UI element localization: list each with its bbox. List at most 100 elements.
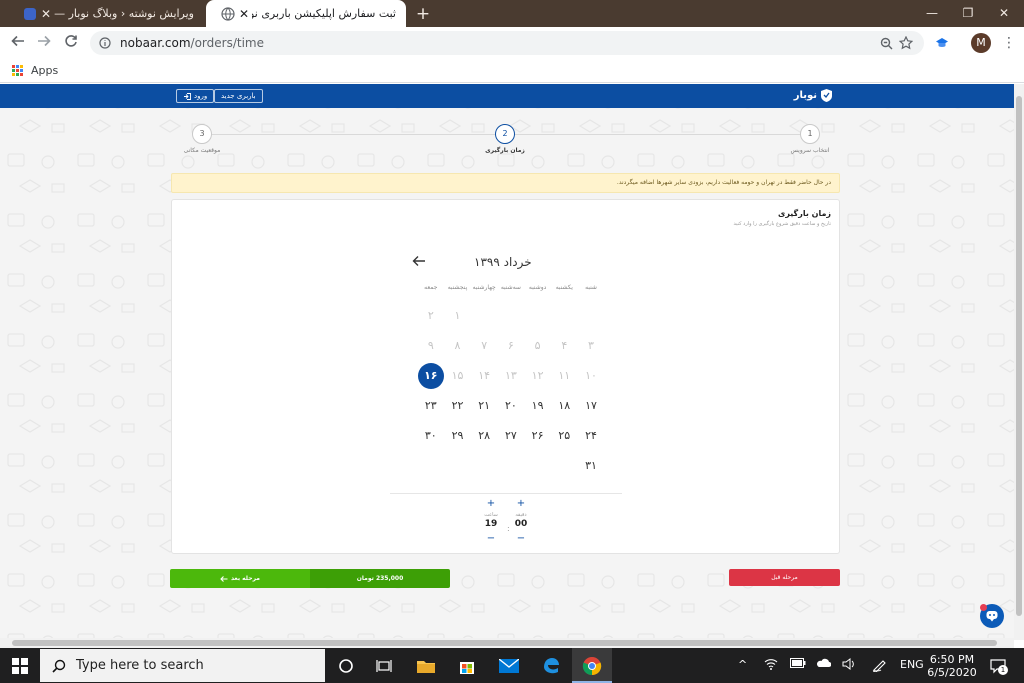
mail-icon[interactable] [497,654,521,678]
scrollbar-thumb[interactable] [1016,96,1022,616]
calendar-day[interactable]: ۲۰ [498,393,524,419]
calendar-day: ۱ [454,309,461,322]
step-loading-time[interactable]: 2 زمان بارگیری [465,122,545,154]
search-icon [52,659,66,673]
brand-name: نوبار [793,90,817,101]
step-number: 2 [495,124,515,144]
minute-decrement-button[interactable]: − [509,533,533,545]
address-bar[interactable]: nobaar.com/orders/time [90,31,924,55]
step-location[interactable]: 3 موقعیت مکانی [162,122,242,154]
clock-time: 6:50 PM [929,653,975,666]
calendar-day[interactable]: ۲۳ [418,393,444,419]
new-tab-button[interactable]: + [412,3,434,25]
minute-label: دقیقه [515,512,527,518]
back-button[interactable] [7,32,29,54]
browser-tab-bar: ✕ ویرایش نوشته ‹ وبلاگ نوبار — ورد... ✕ … [0,0,1024,27]
site-logo[interactable]: نوبار [794,89,832,102]
calendar-day[interactable]: ۲۱ [471,393,497,419]
login-button[interactable]: ورود [176,89,215,103]
calendar-next-month-button[interactable] [412,254,426,272]
loading-time-card: زمان بارگیری تاریخ و ساعت دقیق شروع بارگ… [171,199,840,554]
windows-taskbar: Type here to search ^ ENG 6:50 PM 6/5/20… [0,648,1024,683]
hour-value[interactable]: 19 [479,519,503,529]
calendar-day[interactable]: ۲۵ [551,423,577,449]
horizontal-scrollbar[interactable] [0,638,1014,648]
card-subtitle: تاریخ و ساعت دقیق شروع بارگیری را وارد ک… [733,221,832,227]
calendar-day[interactable]: ۱۹ [525,393,551,419]
weekday-header: سه‌شنبه [500,284,521,291]
calendar-day[interactable]: ۲۸ [471,423,497,449]
edge-browser-icon[interactable] [539,654,563,678]
calendar-header: خرداد ۱۳۹۹ [412,255,602,273]
tab-close-icon[interactable]: ✕ [236,7,252,21]
file-explorer-icon[interactable] [414,654,438,678]
apps-grid-icon [12,65,23,76]
wordpress-icon [22,6,38,22]
hour-decrement-button[interactable]: − [479,533,503,545]
profile-avatar[interactable]: M [971,33,991,53]
graduation-cap-icon[interactable] [935,36,949,50]
cortana-icon[interactable] [334,654,358,678]
system-clock[interactable]: 6:50 PM 6/5/2020 [924,653,980,679]
calendar-day[interactable]: ۳۰ [418,423,444,449]
apps-bookmark[interactable]: Apps [31,64,58,77]
calendar-day[interactable]: ۲۹ [445,423,471,449]
step-number: 1 [800,124,820,144]
browser-tab-wordpress[interactable]: ✕ ویرایش نوشته ‹ وبلاگ نوبار — ورد... [8,0,204,27]
calendar-day[interactable]: ۱۷ [578,393,604,419]
chrome-icon[interactable] [580,654,604,678]
calendar-day[interactable]: ۲۶ [525,423,551,449]
windows-start-button[interactable] [12,658,28,674]
calendar-day[interactable]: ۲۴ [578,423,604,449]
weekday-header: دوشنبه [528,284,547,291]
arrow-right-icon [38,35,51,47]
calendar-day[interactable]: ۳۱ [578,453,604,479]
volume-icon[interactable] [842,658,856,673]
close-window-button[interactable]: ✕ [986,0,1022,27]
new-freight-button[interactable]: باربری جدید [214,89,263,103]
battery-icon[interactable] [790,658,806,671]
tab-close-icon[interactable]: ✕ [38,7,54,21]
calendar-day[interactable]: ۱۸ [551,393,577,419]
calendar-day[interactable]: ۲۷ [498,423,524,449]
hour-increment-button[interactable]: + [479,498,503,510]
magnifier-icon[interactable] [876,33,896,53]
pen-workspace-icon[interactable] [872,658,888,675]
minimize-button[interactable]: — [914,0,950,27]
forward-button[interactable] [33,32,55,54]
action-center-button[interactable]: 1 [989,657,1008,675]
arrow-left-icon [220,575,228,582]
calendar-day: ۱۱ [558,369,571,382]
calendar-month-label: خرداد ۱۳۹۹ [474,255,532,269]
kebab-menu-icon[interactable]: ⋮ [1000,33,1018,53]
scrollbar-thumb[interactable] [12,640,997,646]
calendar-day: ۶ [507,339,514,352]
taskbar-search[interactable]: Type here to search [40,649,325,682]
next-step-button[interactable]: مرحله بعد [170,569,310,588]
chat-notification-dot [980,604,987,611]
calendar-day: ۲ [427,309,434,322]
calendar-day[interactable]: ۲۲ [445,393,471,419]
microsoft-store-icon[interactable] [455,654,479,678]
input-language[interactable]: ENG [900,658,924,671]
calendar-day: ۵ [534,339,541,352]
onedrive-icon[interactable] [815,658,832,671]
next-step-bar: مرحله بعد 235,000 تومان [170,569,450,588]
minute-increment-button[interactable]: + [509,498,533,510]
info-icon[interactable] [98,36,112,50]
star-icon[interactable] [896,33,916,53]
step-service[interactable]: 1 انتخاب سرویس [770,122,850,154]
previous-step-button[interactable]: مرحله قبل [729,569,840,586]
minute-value[interactable]: 00 [509,519,533,529]
browser-tab-nobaar[interactable]: ✕ ثبت سفارش اپلیکیشن باربری نوبار [206,0,406,27]
chat-support-button[interactable] [980,604,1004,628]
reload-button[interactable] [60,32,82,54]
task-view-icon[interactable] [372,654,396,678]
maximize-button[interactable]: ❐ [950,0,986,27]
minute-picker: + دقیقه 00 − [509,498,533,545]
vertical-scrollbar[interactable] [1014,84,1024,640]
calendar-day: ۴ [561,339,568,352]
wifi-icon[interactable] [764,658,778,673]
chevron-up-icon[interactable]: ^ [738,658,747,671]
calendar-day-selected[interactable]: ۱۶ [417,363,444,389]
